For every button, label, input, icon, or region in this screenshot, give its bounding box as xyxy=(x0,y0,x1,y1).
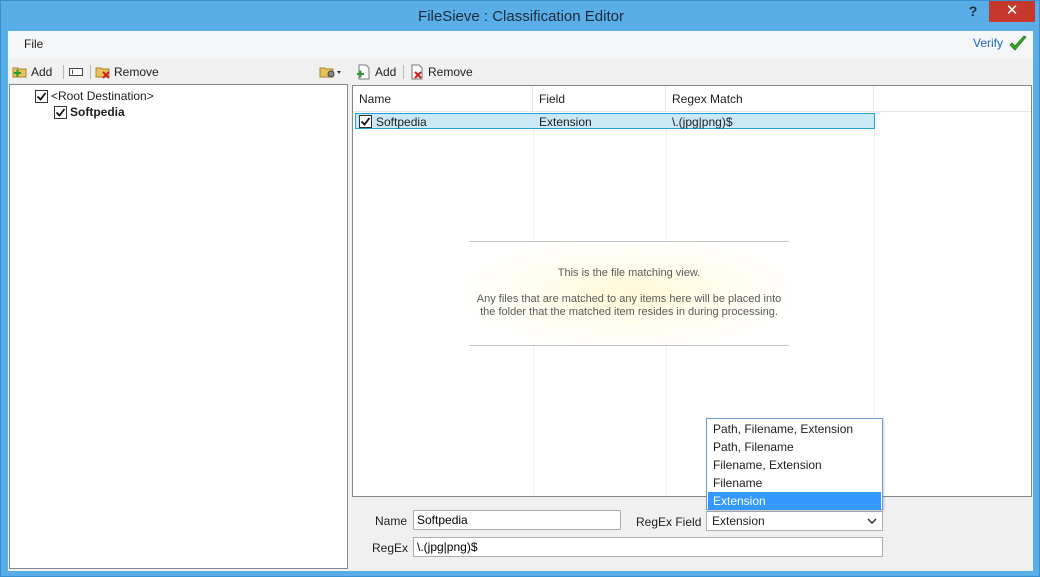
right-add-label: Add xyxy=(375,65,397,79)
hint-body: Any files that are matched to any items … xyxy=(469,293,789,319)
remove-file-icon xyxy=(411,64,423,80)
cell-regex: \.(jpg|png)$ xyxy=(672,115,733,129)
column-header-name[interactable]: Name xyxy=(353,86,533,112)
verify-link[interactable]: Verify xyxy=(973,36,1003,50)
name-field[interactable] xyxy=(413,510,621,530)
checkmark-icon[interactable] xyxy=(1008,34,1028,54)
check-icon xyxy=(36,91,47,101)
right-remove-button[interactable]: Remove xyxy=(409,63,473,81)
regex-input[interactable] xyxy=(413,537,883,557)
hint-body-line-1: Any files that are matched to any items … xyxy=(476,293,782,305)
cell-name: Softpedia xyxy=(376,115,427,129)
left-add-label: Add xyxy=(31,65,53,79)
right-toolbar: Add Remove xyxy=(352,60,1032,84)
add-folder-icon xyxy=(12,67,27,78)
column-header-regex[interactable]: Regex Match xyxy=(666,86,874,112)
right-remove-label: Remove xyxy=(428,65,473,79)
folder-options-dropdown[interactable] xyxy=(319,63,346,81)
left-remove-label: Remove xyxy=(114,65,159,79)
destination-tree[interactable]: <Root Destination> Softpedia xyxy=(9,84,348,569)
folder-settings-icon xyxy=(319,67,341,78)
dropdown-option[interactable]: Filename xyxy=(708,474,881,492)
tree-checkbox[interactable] xyxy=(54,105,67,119)
title-bar: FileSieve : Classification Editor ? ✕ xyxy=(1,1,1039,31)
remove-folder-icon xyxy=(95,67,110,79)
app-window: FileSieve : Classification Editor ? ✕ Fi… xyxy=(0,0,1040,577)
toolbar-separator xyxy=(403,65,404,79)
regex-field-label: RegEx Field xyxy=(636,515,702,529)
name-label: Name xyxy=(375,514,408,528)
add-file-icon xyxy=(357,64,370,80)
hint-body-line-2: the folder that the matched item resides… xyxy=(480,306,778,318)
grid-header: Name Field Regex Match xyxy=(353,86,1031,112)
help-button[interactable]: ? xyxy=(961,3,985,25)
regex-label: RegEx xyxy=(372,541,409,555)
check-icon xyxy=(55,107,66,117)
left-toolbar: Add Remove xyxy=(8,60,348,84)
tree-item-label: <Root Destination> xyxy=(51,89,154,103)
hint-title: This is the file matching view. xyxy=(557,267,701,279)
dropdown-option[interactable]: Filename, Extension xyxy=(708,456,881,474)
left-add-button[interactable]: Add xyxy=(12,63,52,81)
regex-field-select[interactable]: Extension xyxy=(706,511,883,531)
close-button[interactable]: ✕ xyxy=(989,1,1035,22)
file-matching-grid[interactable]: Name Field Regex Match Softpedia Extensi… xyxy=(352,85,1032,497)
tree-item-label: Softpedia xyxy=(70,105,125,119)
table-row[interactable]: Softpedia Extension \.(jpg|png)$ xyxy=(355,113,875,129)
rename-icon xyxy=(69,68,83,76)
rename-button[interactable] xyxy=(68,63,87,81)
row-checkbox[interactable] xyxy=(359,115,372,128)
cell-field: Extension xyxy=(539,115,592,129)
regex-field-value: Extension xyxy=(712,514,765,528)
column-header-field[interactable]: Field xyxy=(533,86,666,112)
toolbar-separator xyxy=(63,65,64,79)
menu-file[interactable]: File xyxy=(24,37,43,51)
dropdown-option-selected[interactable]: Extension xyxy=(708,492,881,510)
check-icon xyxy=(360,117,371,126)
tree-item-softpedia[interactable]: Softpedia xyxy=(54,104,125,120)
chevron-down-icon xyxy=(867,518,877,525)
right-add-button[interactable]: Add xyxy=(356,63,396,81)
tree-checkbox[interactable] xyxy=(35,89,48,103)
regex-field-dropdown: Path, Filename, Extension Path, Filename… xyxy=(706,418,883,510)
window-title: FileSieve : Classification Editor xyxy=(418,8,624,25)
menu-bar: File Verify xyxy=(8,31,1033,59)
dropdown-option[interactable]: Path, Filename, Extension xyxy=(708,420,881,438)
dropdown-option[interactable]: Path, Filename xyxy=(708,438,881,456)
tree-item-root[interactable]: <Root Destination> xyxy=(35,88,154,104)
client-area: File Verify Add Remove Add Remove <Root … xyxy=(8,31,1033,571)
left-remove-button[interactable]: Remove xyxy=(95,63,159,81)
empty-view-hint: This is the file matching view. Any file… xyxy=(469,241,789,346)
toolbar-separator xyxy=(90,65,91,79)
